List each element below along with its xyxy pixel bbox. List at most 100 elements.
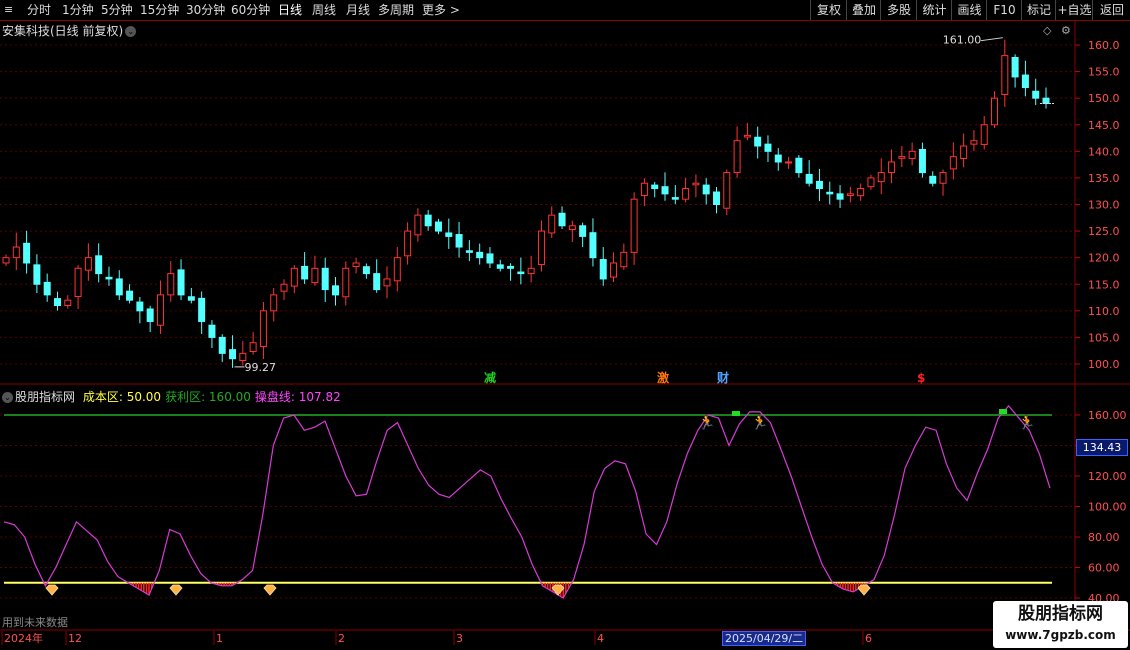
- candle-body: [702, 184, 710, 195]
- current-value-tag: 134.43: [1076, 439, 1128, 456]
- candle-body: [105, 276, 113, 280]
- candle-body: [290, 267, 298, 287]
- candle-body: [960, 145, 968, 160]
- settings-icon: ⚙: [1061, 24, 1071, 37]
- candle-body: [949, 156, 957, 170]
- candle-body: [774, 154, 782, 163]
- candle-body: [888, 161, 896, 174]
- diamond-icon: [169, 584, 183, 596]
- candle-body: [682, 188, 690, 200]
- candle-body: [517, 271, 525, 275]
- runner-icon: 🏃: [1018, 414, 1035, 431]
- event-marker-3: $: [917, 371, 925, 385]
- indicator-tick-label: 120.00: [1088, 470, 1127, 483]
- candle-body: [558, 212, 566, 227]
- candle-body: [1001, 55, 1009, 95]
- candle-body: [527, 267, 535, 275]
- indicator-tick-label: 60.00: [1088, 562, 1120, 575]
- runner-icon: 🏃: [751, 414, 768, 431]
- watermark-url: www.7gpzb.com: [1005, 628, 1116, 642]
- candle-body: [33, 264, 41, 285]
- candle-body: [156, 294, 164, 326]
- indicator-value-2: 操盘线: 107.82: [254, 390, 341, 404]
- candle-body: [579, 225, 587, 237]
- high-price-arrow: [980, 37, 1003, 42]
- time-label: 4: [597, 632, 604, 645]
- chart-canvas: 160.0 155.0 150.0 145.0 140.0 135.0 130.0 125.0…: [0, 21, 1130, 648]
- candle-body: [434, 221, 442, 232]
- diamond-icon: ◇: [1043, 24, 1052, 37]
- candle-body: [64, 299, 72, 307]
- candle-body: [84, 257, 92, 271]
- candle-body: [918, 148, 926, 174]
- price-tick-label: 110.0: [1088, 305, 1120, 318]
- profit-block: [999, 409, 1007, 414]
- candle-body: [805, 173, 813, 184]
- time-label: 2: [338, 632, 345, 645]
- candle-body: [383, 278, 391, 287]
- candle-body: [239, 352, 247, 362]
- event-marker-1: 激: [657, 370, 669, 385]
- candle-body: [712, 191, 720, 205]
- candle-body: [939, 172, 947, 184]
- operation-line: [3, 404, 1051, 599]
- candle-body: [249, 342, 257, 353]
- candle-body: [620, 251, 628, 268]
- high-price-label: 161.00: [943, 34, 982, 47]
- candle-body: [1032, 90, 1040, 99]
- diamond-icon: [45, 584, 59, 596]
- indicator-title: ⌄ 股朋指标网 成本区: 50.00 获利区: 160.00 操盘线: 107.82: [2, 388, 349, 405]
- candle-body: [332, 285, 340, 296]
- candle-body: [640, 182, 648, 196]
- indicator-tick-label: 100.00: [1088, 501, 1127, 514]
- diamond-icon: [857, 584, 871, 596]
- diamond-icon: [263, 584, 277, 596]
- candle-body: [1042, 97, 1050, 104]
- candle-body: [198, 297, 206, 322]
- candle-body: [53, 298, 61, 307]
- candle-body: [424, 214, 432, 227]
- candle-body: [2, 257, 10, 264]
- candle-body: [599, 259, 607, 280]
- low-price-label: 99.27: [245, 361, 277, 374]
- candle-body: [218, 336, 226, 354]
- chevron-down-icon[interactable]: ⌄: [2, 392, 13, 403]
- indicator-name: 股朋指标网: [15, 390, 76, 404]
- time-label: 1: [216, 632, 223, 645]
- candle-body: [857, 188, 865, 197]
- candle-body: [115, 278, 123, 296]
- candle-body: [445, 232, 453, 237]
- candle-body: [342, 267, 350, 298]
- selected-date-badge[interactable]: 2025/04/29/二: [722, 631, 807, 646]
- candle-body: [630, 198, 638, 253]
- candle-body: [1011, 56, 1019, 78]
- candle-body: [929, 175, 937, 184]
- candle-body: [414, 214, 422, 236]
- candle-body: [785, 161, 793, 164]
- candle-body: [321, 267, 329, 291]
- runner-icon: 🏃: [698, 414, 715, 431]
- candle-body: [651, 184, 659, 190]
- event-marker-0: 减: [484, 370, 496, 385]
- price-tick-label: 140.0: [1088, 145, 1120, 158]
- price-tick-label: 145.0: [1088, 119, 1120, 132]
- candle-body: [764, 143, 772, 152]
- candle-body: [373, 273, 381, 291]
- candle-body: [74, 267, 82, 297]
- price-tick-label: 135.0: [1088, 172, 1120, 185]
- candle-body: [496, 264, 504, 269]
- candle-body: [826, 191, 834, 195]
- price-tick-label: 115.0: [1088, 278, 1120, 291]
- event-marker-2: 财: [716, 370, 729, 385]
- candle-body: [167, 273, 175, 296]
- candle-body: [877, 172, 885, 183]
- candle-body: [259, 310, 267, 347]
- candle-body: [743, 134, 751, 138]
- candle-body: [404, 230, 412, 257]
- indicator-tick-label: 160.00: [1088, 409, 1127, 422]
- price-tick-label: 160.0: [1088, 39, 1120, 52]
- candle-body: [229, 349, 237, 360]
- candle-body: [908, 150, 916, 160]
- candle-body: [610, 262, 618, 278]
- candle-body: [898, 156, 906, 159]
